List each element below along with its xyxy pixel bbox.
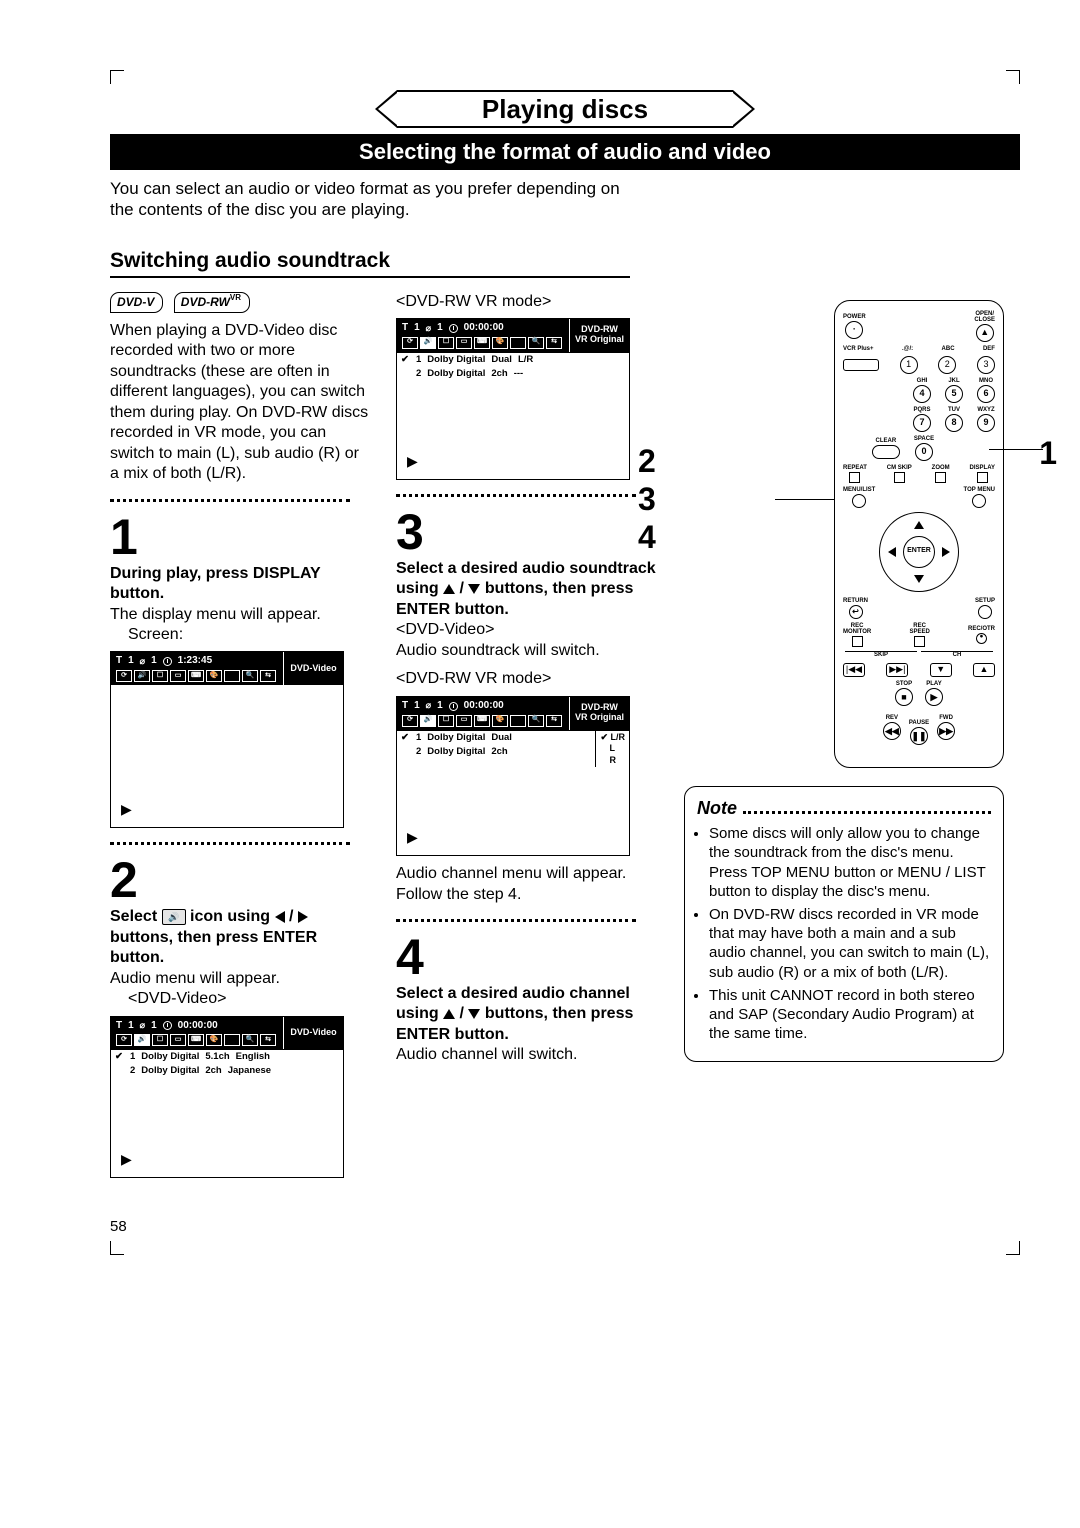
open-close-button: OPEN/ CLOSE ▲ bbox=[974, 311, 995, 342]
dots-separator bbox=[396, 494, 636, 497]
stop-button: ■ bbox=[895, 688, 913, 706]
skip-back-button: |◀◀ bbox=[843, 663, 865, 677]
audio-icon: 🔊 bbox=[162, 909, 186, 925]
ch-up-button: ▲ bbox=[973, 663, 995, 677]
step-2-number: 2 bbox=[110, 855, 370, 905]
mode-vr-top: <DVD-RW VR mode> bbox=[396, 292, 658, 312]
chapter-title: Playing discs bbox=[397, 90, 733, 128]
disc-badges: DVD-V DVD-RWVR bbox=[110, 292, 370, 313]
fwd-button: ▶▶ bbox=[937, 722, 955, 740]
note-item: On DVD-RW discs recorded in VR mode that… bbox=[709, 905, 991, 982]
nav-down-icon bbox=[914, 575, 924, 583]
step-3-number: 3 bbox=[396, 507, 658, 557]
power-button: POWER · bbox=[843, 314, 866, 339]
left-arrow-icon bbox=[275, 911, 285, 923]
note-box: Note Some discs will only allow you to c… bbox=[684, 786, 1004, 1062]
step-3-title: Select a desired audio soundtrack using … bbox=[396, 559, 658, 620]
down-arrow-icon bbox=[468, 1009, 480, 1019]
section-bar: Selecting the format of audio and video bbox=[110, 134, 1020, 170]
ch-down-button: ▼ bbox=[930, 663, 952, 677]
screen-label: Screen: bbox=[110, 625, 370, 645]
remote-diagram: 1 POWER · OPEN/ CLOSE ▲ VCR Plus+ bbox=[834, 300, 1004, 769]
mode-dvdv-label: <DVD-Video> bbox=[110, 989, 370, 1009]
osd-icon-row: ⟳🔊☐ ▭⌨🎨 🔍⇆ bbox=[116, 670, 278, 682]
step-1-title: During play, press DISPLAY button. bbox=[110, 564, 370, 605]
note-item: Some discs will only allow you to change… bbox=[709, 824, 991, 901]
osd-panel-1: T 1 ⌀ 1 1:23:45 ⟳🔊☐ ▭⌨🎨 🔍⇆ bbox=[110, 651, 344, 828]
step-1-body: The display menu will appear. bbox=[110, 605, 370, 625]
step-2-body: Audio menu will appear. bbox=[110, 969, 370, 989]
section-heading: Switching audio soundtrack bbox=[110, 249, 630, 278]
badge-dvdv: DVD-V bbox=[110, 292, 163, 313]
enter-button: ENTER bbox=[903, 536, 935, 568]
dots-separator bbox=[110, 842, 350, 845]
intro-text: You can select an audio or video format … bbox=[110, 178, 630, 221]
key-2: 2 bbox=[938, 356, 956, 374]
step-4-title: Select a desired audio channel using / b… bbox=[396, 984, 658, 1045]
osd-disc-type: DVD-Video bbox=[283, 652, 343, 685]
nav-ring: ENTER bbox=[879, 512, 959, 592]
right-arrow-icon bbox=[298, 911, 308, 923]
display-button: DISPLAY bbox=[970, 465, 995, 483]
vcrplus-button bbox=[843, 359, 879, 371]
osd-panel-4: T1 ⌀1 00:00:00 ⟳🔊☐ ▭⌨🎨 🔍⇆ DVD-RW VR Orig… bbox=[396, 696, 630, 856]
chapter-tag: Playing discs bbox=[375, 90, 755, 128]
section-paragraph: When playing a DVD-Video disc recorded w… bbox=[110, 321, 370, 485]
callout-2: 2 3 4 bbox=[638, 442, 656, 557]
step-1-number: 1 bbox=[110, 512, 370, 562]
dots-separator bbox=[110, 499, 350, 502]
rev-button: ◀◀ bbox=[883, 722, 901, 740]
down-arrow-icon bbox=[468, 584, 480, 594]
clock-icon bbox=[163, 657, 172, 666]
nav-right-icon bbox=[942, 547, 950, 557]
badge-dvdrw: DVD-RWVR bbox=[174, 292, 250, 313]
up-arrow-icon bbox=[443, 584, 455, 594]
skip-fwd-button: ▶▶| bbox=[886, 663, 908, 677]
nav-left-icon bbox=[888, 547, 896, 557]
clock-icon bbox=[163, 1021, 172, 1030]
page-number: 58 bbox=[110, 1218, 1020, 1235]
play-icon: ▶ bbox=[111, 795, 343, 827]
step-2-title: Select 🔊 icon using / buttons, then pres… bbox=[110, 907, 370, 968]
up-arrow-icon bbox=[443, 1009, 455, 1019]
osd-panel-2: T 1 ⌀ 1 00:00:00 ⟳🔊☐ ▭⌨🎨 🔍⇆ bbox=[110, 1016, 344, 1178]
play-button: ▶ bbox=[925, 688, 943, 706]
note-item: This unit CANNOT record in both stereo a… bbox=[709, 986, 991, 1044]
callout-1: 1 bbox=[1039, 433, 1057, 474]
dots-separator bbox=[396, 919, 636, 922]
nav-up-icon bbox=[914, 521, 924, 529]
audio-list-dvdv: ✔ 1 Dolby Digital 5.1ch English 2 Dolby … bbox=[111, 1049, 343, 1078]
step-4-number: 4 bbox=[396, 932, 658, 982]
key-1: 1 bbox=[900, 356, 918, 374]
note-title: Note bbox=[697, 797, 737, 820]
key-3: 3 bbox=[977, 356, 995, 374]
pause-button: ❚❚ bbox=[910, 727, 928, 745]
osd-panel-3: T1 ⌀1 00:00:00 ⟳🔊☐ ▭⌨🎨 🔍⇆ DVD-RW VR Orig… bbox=[396, 318, 630, 480]
